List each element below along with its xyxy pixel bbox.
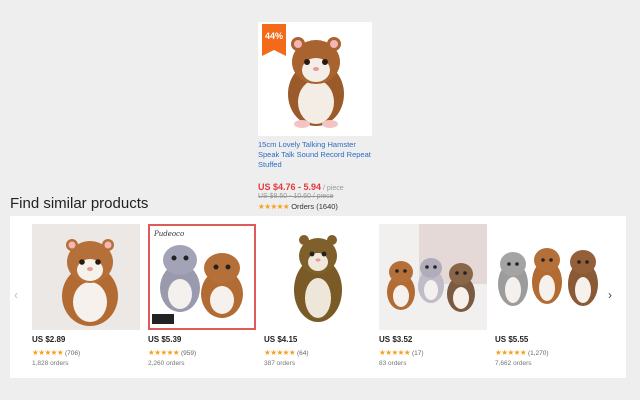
product-image[interactable] bbox=[264, 224, 372, 330]
product-price: US $3.52 bbox=[379, 335, 413, 344]
chevron-left-icon[interactable]: ‹ bbox=[14, 288, 18, 302]
orders-count: 1,828 orders bbox=[32, 360, 69, 367]
orders-count: 7,662 orders bbox=[495, 360, 532, 367]
product-price: US $5.39 bbox=[148, 335, 182, 344]
main-product-price: US $4.76 - 5.94 / piece bbox=[258, 182, 376, 192]
orders-count: 83 orders bbox=[379, 360, 407, 367]
product-rating: ★★★★★ (1,270) bbox=[495, 348, 603, 357]
hamster-group-image bbox=[379, 224, 487, 330]
product-card[interactable]: US $5.55 ★★★★★ (1,270) 7,662 orders bbox=[495, 224, 603, 367]
main-product-original-price: US $8.50 - 10.60 / piece bbox=[258, 193, 334, 200]
discount-badge: 44% bbox=[262, 24, 286, 56]
price-value: US $4.76 - 5.94 bbox=[258, 182, 322, 192]
main-product-title[interactable]: 15cm Lovely Talking Hamster Speak Talk S… bbox=[258, 140, 376, 170]
product-image[interactable] bbox=[379, 224, 487, 330]
discount-value: 44% bbox=[264, 31, 283, 41]
star-icons: ★★★★★ bbox=[148, 348, 180, 357]
product-card[interactable]: US $4.15 ★★★★★ (64) 387 orders bbox=[264, 224, 372, 367]
product-price: US $4.15 bbox=[264, 335, 298, 344]
product-card[interactable]: US $3.52 ★★★★★ (17) 83 orders bbox=[379, 224, 487, 367]
price-unit: / piece bbox=[321, 185, 344, 192]
product-rating: ★★★★★ (17) bbox=[379, 348, 487, 357]
star-icons: ★★★★★ bbox=[264, 348, 296, 357]
star-icons: ★★★★★ bbox=[32, 348, 64, 357]
main-product-card[interactable]: 44% 15cm Lovely Talking Hamster Speak Ta… bbox=[258, 22, 376, 211]
orders-count: 387 orders bbox=[264, 360, 296, 367]
review-count: (17) bbox=[411, 350, 424, 357]
product-price: US $2.89 bbox=[32, 335, 66, 344]
review-count: (1,270) bbox=[527, 350, 549, 357]
product-image[interactable] bbox=[495, 224, 603, 330]
main-product-rating: ★★★★★ Orders (1640) bbox=[258, 202, 376, 211]
product-card[interactable]: Pudeoco US $5.39 ★★★★★ (959) 2,260 order… bbox=[148, 224, 256, 367]
review-count: (959) bbox=[180, 350, 197, 357]
star-icons: ★★★★★ bbox=[379, 348, 411, 357]
hamster-image bbox=[32, 224, 140, 330]
product-rating: ★★★★★ (959) bbox=[148, 348, 256, 357]
star-icons: ★★★★★ bbox=[495, 348, 527, 357]
product-card[interactable]: US $2.89 ★★★★★ (706) 1,828 orders bbox=[32, 224, 140, 367]
hamster-group-image bbox=[495, 224, 603, 330]
hamster-image bbox=[264, 224, 372, 330]
section-title: Find similar products bbox=[10, 195, 149, 212]
product-rating: ★★★★★ (706) bbox=[32, 348, 140, 357]
main-product-image[interactable]: 44% bbox=[258, 22, 372, 136]
chevron-right-icon[interactable]: › bbox=[608, 288, 612, 302]
similar-products-carousel: ‹ › US $2.89 ★★★★★ (706) 1,828 orders Pu… bbox=[10, 216, 626, 378]
product-image[interactable]: Pudeoco bbox=[148, 224, 256, 330]
product-image[interactable] bbox=[32, 224, 140, 330]
review-count: (706) bbox=[64, 350, 81, 357]
product-rating: ★★★★★ (64) bbox=[264, 348, 372, 357]
star-icons: ★★★★★ bbox=[258, 202, 290, 211]
hamster-pair-image: Pudeoco bbox=[148, 224, 256, 330]
product-price: US $5.55 bbox=[495, 335, 529, 344]
orders-count: 2,260 orders bbox=[148, 360, 185, 367]
review-count: (64) bbox=[296, 350, 309, 357]
orders-count: Orders (1640) bbox=[291, 202, 338, 211]
brand-logo: Pudeoco bbox=[153, 230, 184, 238]
